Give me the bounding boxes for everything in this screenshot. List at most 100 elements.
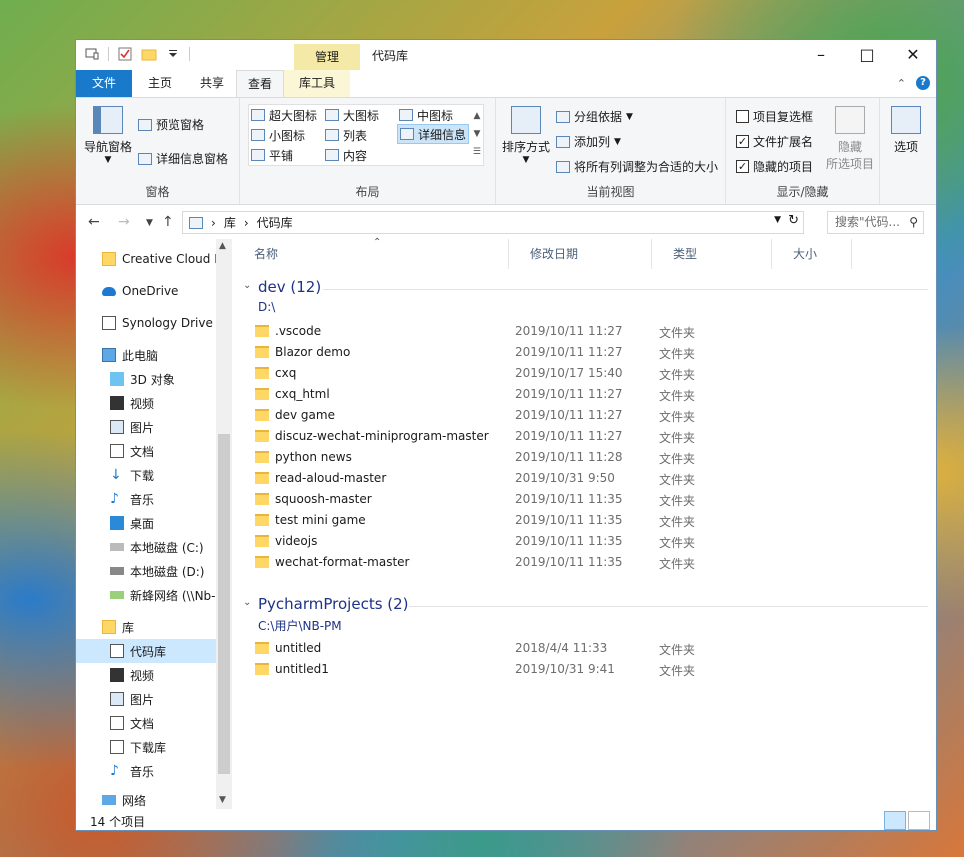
nav-item-lib-downloads[interactable]: 下载库 [76, 735, 216, 759]
nav-item-lib-videos[interactable]: 视频 [76, 663, 216, 687]
tab-library-tools[interactable]: 库工具 [284, 70, 350, 97]
breadcrumb-sep-icon[interactable]: › [244, 216, 249, 230]
folder-icon [255, 409, 269, 421]
sort-by-button[interactable]: 排序方式 ▼ [500, 106, 552, 165]
tab-home[interactable]: 主页 [132, 70, 188, 97]
nav-item-videos[interactable]: 视频 [76, 391, 216, 415]
list-item[interactable]: videojs 2019/10/11 11:35 文件夹 [233, 531, 933, 552]
address-input[interactable]: › 库 › 代码库 ▼ ↻ [182, 211, 804, 234]
nav-item-network-drive[interactable]: 新蜂网络 (\\Nb- [76, 583, 216, 607]
hide-selected-button[interactable]: 隐藏 所选项目 [824, 106, 876, 172]
maximize-button[interactable]: □ [844, 40, 890, 70]
download-arrow-icon: ↓ [110, 467, 122, 483]
collapse-group-icon[interactable]: ⌄ [243, 280, 251, 291]
nav-item-downloads[interactable]: ↓ 下载 [76, 463, 216, 487]
list-item[interactable]: read-aloud-master 2019/10/31 9:50 文件夹 [233, 468, 933, 489]
nav-item-creative-cloud[interactable]: Creative Cloud F [76, 247, 216, 271]
nav-item-lib-pictures[interactable]: 图片 [76, 687, 216, 711]
nav-item-desktop[interactable]: 桌面 [76, 511, 216, 535]
nav-item-code-library[interactable]: 代码库 [76, 639, 216, 663]
column-header-name[interactable]: 名称 [233, 239, 509, 269]
nav-item-network[interactable]: 网络 [76, 791, 216, 809]
nav-item-onedrive[interactable]: OneDrive [76, 279, 216, 303]
list-item[interactable]: cxq_html 2019/10/11 11:27 文件夹 [233, 384, 933, 405]
nav-item-this-pc[interactable]: 此电脑 [76, 343, 216, 367]
minimize-button[interactable]: – [798, 40, 844, 70]
list-item[interactable]: test mini game 2019/10/11 11:35 文件夹 [233, 510, 933, 531]
nav-item-drive-c[interactable]: 本地磁盘 (C:) [76, 535, 216, 559]
nav-pane-button[interactable]: 导航窗格 ▼ [82, 106, 134, 165]
list-item[interactable]: squoosh-master 2019/10/11 11:35 文件夹 [233, 489, 933, 510]
collapse-ribbon-icon[interactable]: ⌃ [897, 77, 906, 90]
list-item[interactable]: untitled1 2019/10/31 9:41 文件夹 [233, 659, 933, 680]
nav-item-music[interactable]: ♪ 音乐 [76, 487, 216, 511]
list-item[interactable]: untitled 2018/4/4 11:33 文件夹 [233, 638, 933, 659]
close-button[interactable]: ✕ [890, 40, 936, 70]
tab-view[interactable]: 查看 [236, 70, 284, 97]
preview-pane-button[interactable]: 预览窗格 [138, 116, 204, 133]
details-pane-button[interactable]: 详细信息窗格 [138, 150, 228, 167]
nav-item-3d-objects[interactable]: 3D 对象 [76, 367, 216, 391]
tab-file[interactable]: 文件 [76, 70, 132, 97]
help-icon[interactable]: ? [916, 76, 930, 90]
nav-item-documents[interactable]: 文档 [76, 439, 216, 463]
options-button[interactable]: 选项 [886, 106, 926, 155]
scroll-down-icon[interactable]: ▼ [219, 795, 226, 805]
up-arrow-icon[interactable]: ↑ [162, 214, 174, 230]
new-folder-icon[interactable] [141, 46, 157, 62]
breadcrumb-sep-icon[interactable]: › [211, 216, 216, 230]
column-header-type[interactable]: 类型 [652, 239, 772, 269]
forward-arrow-icon[interactable]: → [118, 214, 130, 230]
nav-item-pictures[interactable]: 图片 [76, 415, 216, 439]
column-header-date[interactable]: 修改日期 [509, 239, 652, 269]
tab-share[interactable]: 共享 [188, 70, 236, 97]
properties-icon[interactable] [84, 46, 100, 62]
list-item[interactable]: python news 2019/10/11 11:28 文件夹 [233, 447, 933, 468]
nav-scrollbar[interactable]: ▲ ▼ [216, 239, 232, 809]
nav-item-lib-documents[interactable]: 文档 [76, 711, 216, 735]
layout-tiles[interactable]: 平铺 [251, 145, 293, 165]
layout-medium-icons[interactable]: 中图标 [399, 105, 453, 125]
list-item[interactable]: discuz-wechat-miniprogram-master 2019/10/… [233, 426, 933, 447]
recent-locations-icon[interactable]: ▼ [146, 218, 153, 228]
breadcrumb-library[interactable]: 库 [224, 214, 236, 231]
layout-list[interactable]: 列表 [325, 125, 367, 145]
gallery-scroll[interactable]: ▲ ▼ ☰ [473, 107, 481, 161]
breadcrumb-code-library[interactable]: 代码库 [257, 214, 293, 231]
nav-item-lib-music[interactable]: ♪ 音乐 [76, 759, 216, 783]
context-tab-manage[interactable]: 管理 [294, 44, 360, 70]
file-extensions-toggle[interactable]: ✓ 文件扩展名 [736, 133, 813, 150]
details-view-icon[interactable] [884, 811, 906, 830]
list-item[interactable]: Blazor demo 2019/10/11 11:27 文件夹 [233, 342, 933, 363]
group-header-dev[interactable]: ⌄ dev (12) [233, 278, 933, 300]
list-item[interactable]: dev game 2019/10/11 11:27 文件夹 [233, 405, 933, 426]
nav-item-libraries[interactable]: 库 [76, 615, 216, 639]
list-item[interactable]: .vscode 2019/10/11 11:27 文件夹 [233, 321, 933, 342]
refresh-icon[interactable]: ↻ [788, 213, 799, 228]
add-column-button[interactable]: 添加列 ▼ [556, 133, 621, 150]
checklist-icon[interactable] [117, 46, 133, 62]
nav-item-synology[interactable]: Synology Drive - [76, 311, 216, 335]
hidden-items-toggle[interactable]: ✓ 隐藏的项目 [736, 158, 813, 175]
large-icons-view-icon[interactable] [908, 811, 930, 830]
group-by-button[interactable]: 分组依据 ▼ [556, 108, 633, 125]
customize-qat-icon[interactable] [165, 46, 181, 62]
layout-extra-large-icons[interactable]: 超大图标 [251, 105, 317, 125]
back-arrow-icon[interactable]: ← [88, 214, 100, 230]
item-checkboxes-toggle[interactable]: 项目复选框 [736, 108, 813, 125]
column-header-size[interactable]: 大小 [772, 239, 852, 269]
layout-details[interactable]: 详细信息 [397, 124, 470, 144]
fit-columns-button[interactable]: 将所有列调整为合适的大小 [556, 158, 718, 175]
nav-item-drive-d[interactable]: 本地磁盘 (D:) [76, 559, 216, 583]
layout-content[interactable]: 内容 [325, 145, 367, 165]
layout-small-icons[interactable]: 小图标 [251, 125, 305, 145]
address-dropdown-icon[interactable]: ▼ [774, 215, 781, 225]
list-item[interactable]: wechat-format-master 2019/10/11 11:35 文件夹 [233, 552, 933, 573]
nav-scroll-thumb[interactable] [218, 434, 230, 774]
collapse-group-icon[interactable]: ⌄ [243, 597, 251, 608]
layout-large-icons[interactable]: 大图标 [325, 105, 379, 125]
scroll-up-icon[interactable]: ▲ [219, 241, 226, 251]
search-input[interactable]: 搜索"代码... ⚲ [827, 211, 924, 234]
group-header-pycharm[interactable]: ⌄ PycharmProjects (2) [233, 595, 933, 617]
list-item[interactable]: cxq 2019/10/17 15:40 文件夹 [233, 363, 933, 384]
